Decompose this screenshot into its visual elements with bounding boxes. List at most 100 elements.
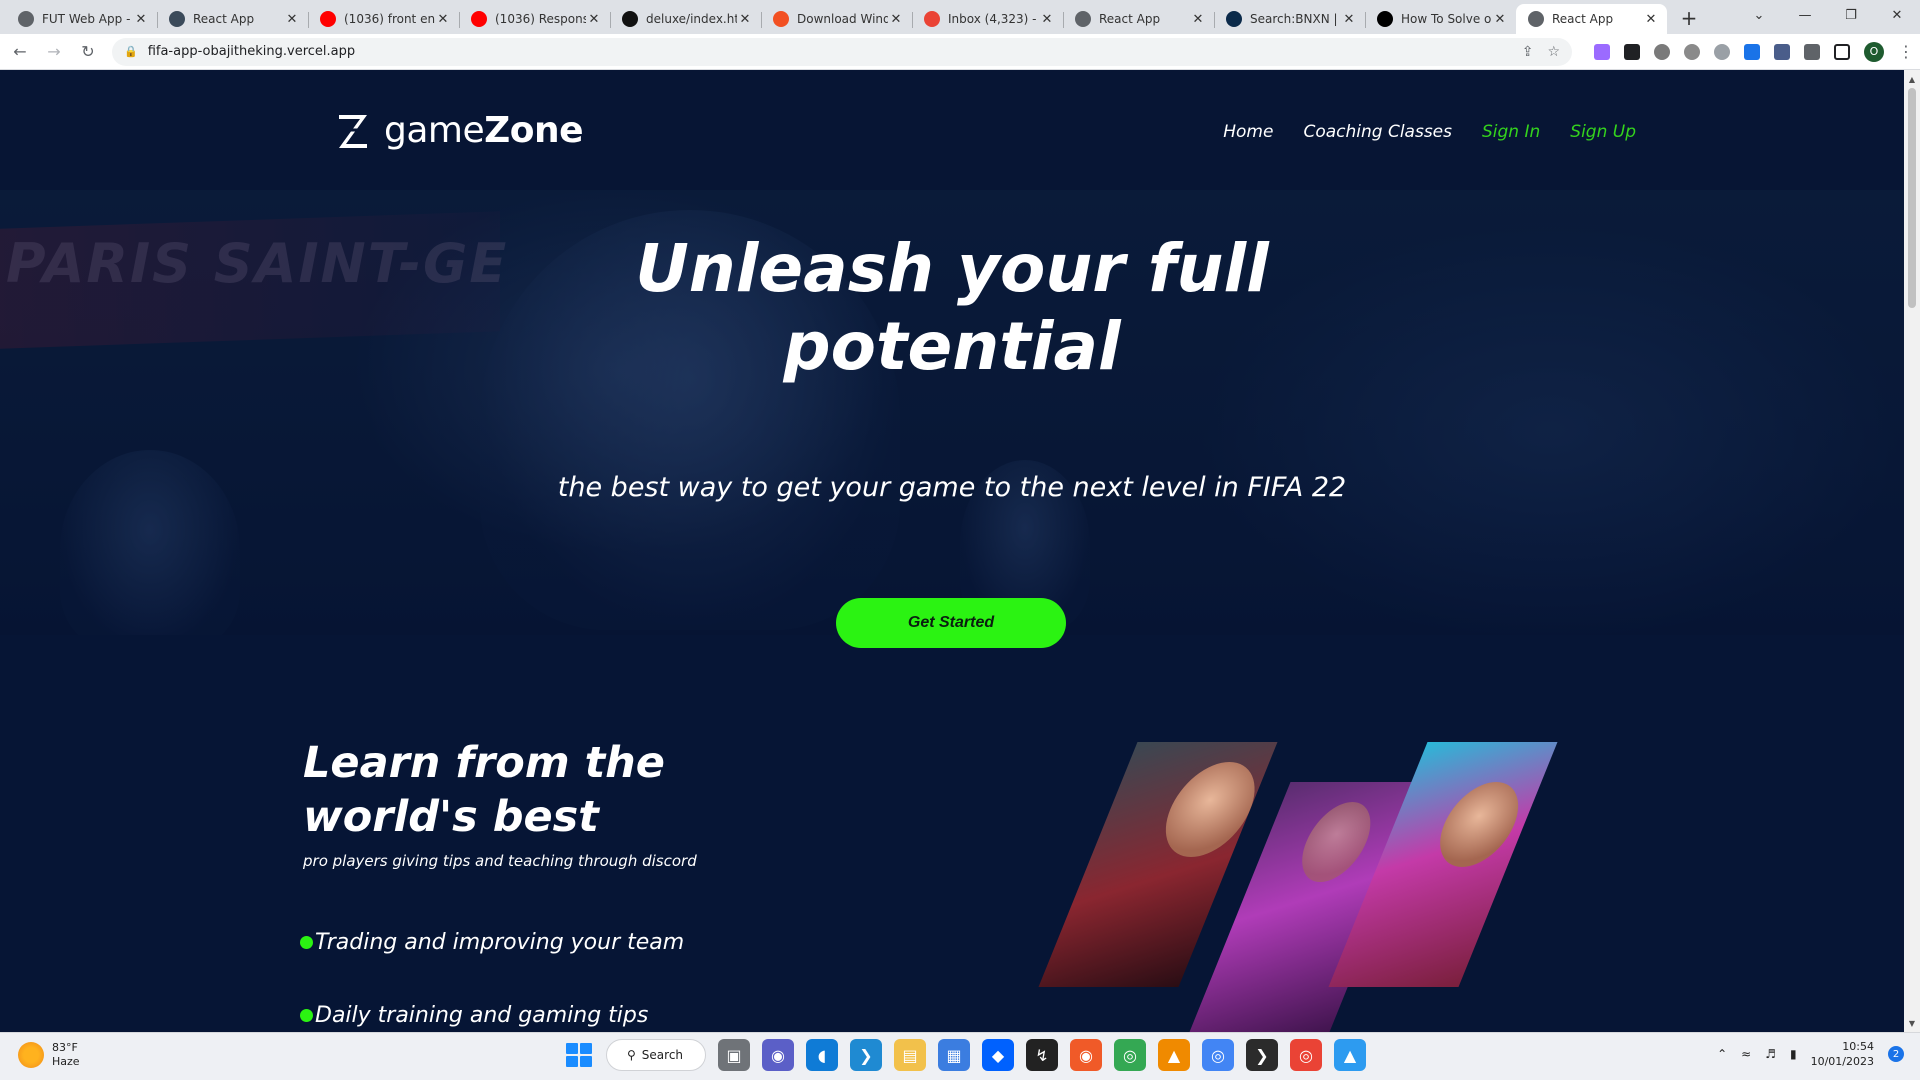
tab-close-icon[interactable]: ✕ bbox=[1492, 11, 1508, 27]
browser-tab[interactable]: React App ✕ bbox=[1063, 4, 1214, 34]
scroll-down-arrow-icon[interactable]: ▼ bbox=[1904, 1016, 1920, 1030]
tab-close-icon[interactable]: ✕ bbox=[737, 11, 753, 27]
browser-tab[interactable]: How To Solve o ✕ bbox=[1365, 4, 1516, 34]
chrome-profile-icon[interactable]: ◎ bbox=[1202, 1039, 1234, 1071]
extension-blue-icon[interactable] bbox=[1744, 43, 1760, 60]
ms-store-icon[interactable]: ▦ bbox=[938, 1039, 970, 1071]
extensions-puzzle-icon[interactable] bbox=[1804, 43, 1820, 60]
minimize-button[interactable]: — bbox=[1782, 0, 1828, 30]
photos-app-icon[interactable]: ▲ bbox=[1334, 1039, 1366, 1071]
browser-tab[interactable]: React App ✕ bbox=[157, 4, 308, 34]
edge-browser-icon[interactable]: ◖ bbox=[806, 1039, 838, 1071]
vscode-icon[interactable]: ❯ bbox=[850, 1039, 882, 1071]
extension-dark-icon[interactable] bbox=[1624, 43, 1640, 60]
tab-close-icon[interactable]: ✕ bbox=[1039, 11, 1055, 27]
browser-tab[interactable]: deluxe/index.ht ✕ bbox=[610, 4, 761, 34]
extension-purple-icon[interactable] bbox=[1594, 43, 1610, 60]
lock-icon[interactable]: 🔒 bbox=[124, 45, 138, 58]
clock-date: 10/01/2023 bbox=[1810, 1055, 1874, 1068]
extension-bank-icon[interactable] bbox=[1774, 43, 1790, 60]
search-icon: ⚲ bbox=[627, 1048, 636, 1062]
chrome-profile-2-icon[interactable]: ◎ bbox=[1290, 1039, 1322, 1071]
bullet-dot-icon bbox=[300, 1009, 313, 1022]
page-viewport: gameZone Home Coaching Classes Sign In Sign… bbox=[0, 70, 1904, 1032]
system-tray: ⌃ ≈ ♬ ▮ 10:54 10/01/2023 2 bbox=[1717, 1039, 1904, 1069]
tab-close-icon[interactable]: ✕ bbox=[435, 11, 451, 27]
tab-close-icon[interactable]: ✕ bbox=[284, 11, 300, 27]
tab-close-icon[interactable]: ✕ bbox=[888, 11, 904, 27]
main-nav: Home Coaching Classes Sign In Sign Up bbox=[1223, 122, 1636, 142]
tab-favicon-icon bbox=[622, 11, 638, 27]
forward-icon[interactable]: → bbox=[40, 38, 68, 66]
weather-widget[interactable]: 83°F Haze bbox=[18, 1041, 80, 1069]
nav-link-coaching-classes[interactable]: Coaching Classes bbox=[1303, 122, 1452, 142]
tab-close-icon[interactable]: ✕ bbox=[1341, 11, 1357, 27]
hero-title: Unleash your full potential bbox=[635, 230, 1269, 385]
nav-link-sign-in[interactable]: Sign In bbox=[1482, 122, 1540, 142]
feature-text: Daily training and gaming tips bbox=[315, 1003, 649, 1028]
taskbar: 83°F Haze ⚲ Search ▣ ◉ ◖ ❯ ▤ ▦ ◆ ↯ ◉ ◎ ▲… bbox=[0, 1032, 1920, 1080]
taskbar-search[interactable]: ⚲ Search bbox=[606, 1039, 706, 1071]
start-button[interactable] bbox=[562, 1039, 594, 1071]
browser-tab[interactable]: (1036) front end ✕ bbox=[308, 4, 459, 34]
maps-pin-icon[interactable]: ◉ bbox=[1070, 1039, 1102, 1071]
back-icon[interactable]: ← bbox=[6, 38, 34, 66]
close-window-button[interactable]: ✕ bbox=[1874, 0, 1920, 30]
nav-link-sign-up[interactable]: Sign Up bbox=[1570, 122, 1636, 142]
volume-icon[interactable]: ♬ bbox=[1765, 1047, 1776, 1061]
side-panel-icon[interactable] bbox=[1834, 43, 1850, 60]
share-icon[interactable]: ⇪ bbox=[1522, 44, 1534, 60]
extension-gray-icon[interactable] bbox=[1714, 43, 1730, 60]
learn-section-subtitle: pro players giving tips and teaching thr… bbox=[303, 852, 697, 870]
vlc-icon[interactable]: ▲ bbox=[1158, 1039, 1190, 1071]
task-view-icon[interactable]: ▣ bbox=[718, 1039, 750, 1071]
bullet-dot-icon bbox=[300, 936, 313, 949]
tab-favicon-icon bbox=[1226, 11, 1242, 27]
dropbox-icon[interactable]: ◆ bbox=[982, 1039, 1014, 1071]
profile-avatar[interactable]: O bbox=[1864, 41, 1884, 62]
browser-tab[interactable]: React App ✕ bbox=[1516, 4, 1667, 34]
feature-text: Trading and improving your team bbox=[315, 930, 685, 955]
extensions-area: O ⋮ bbox=[1594, 41, 1914, 62]
bookmark-star-icon[interactable]: ☆ bbox=[1547, 44, 1560, 60]
notification-badge[interactable]: 2 bbox=[1888, 1046, 1904, 1062]
scroll-up-arrow-icon[interactable]: ▲ bbox=[1904, 72, 1920, 86]
browser-tab[interactable]: FUT Web App - ✕ bbox=[6, 4, 157, 34]
site-logo[interactable]: gameZone bbox=[336, 110, 584, 151]
tab-close-icon[interactable]: ✕ bbox=[1643, 11, 1659, 27]
terminal-icon[interactable]: ❯ bbox=[1246, 1039, 1278, 1071]
cursor-app-icon[interactable]: ↯ bbox=[1026, 1039, 1058, 1071]
browser-tab[interactable]: (1036) Responsi ✕ bbox=[459, 4, 610, 34]
tab-list: FUT Web App - ✕ React App ✕ (1036) front end… bbox=[0, 0, 1667, 34]
tab-close-icon[interactable]: ✕ bbox=[586, 11, 602, 27]
tab-search-icon[interactable]: ⌄ bbox=[1736, 0, 1782, 30]
tab-title: Download Wind bbox=[797, 12, 888, 26]
extension-bug2-icon[interactable] bbox=[1684, 43, 1700, 60]
tab-close-icon[interactable]: ✕ bbox=[133, 11, 149, 27]
page-scrollbar[interactable]: ▲ ▼ bbox=[1904, 70, 1920, 1032]
file-explorer-icon[interactable]: ▤ bbox=[894, 1039, 926, 1071]
restore-button[interactable]: ❐ bbox=[1828, 0, 1874, 30]
tray-expand-icon[interactable]: ⌃ bbox=[1717, 1047, 1727, 1061]
battery-icon[interactable]: ▮ bbox=[1790, 1047, 1797, 1061]
tab-favicon-icon bbox=[18, 11, 34, 27]
clock[interactable]: 10:54 10/01/2023 bbox=[1811, 1039, 1874, 1069]
browser-tab[interactable]: Search:BNXN | E ✕ bbox=[1214, 4, 1365, 34]
address-bar[interactable]: 🔒 fifa-app-obajitheking.vercel.app ⇪ ☆ bbox=[112, 37, 1572, 66]
nav-link-home[interactable]: Home bbox=[1223, 122, 1273, 142]
scrollbar-thumb[interactable] bbox=[1908, 88, 1916, 308]
menu-kebab-icon[interactable]: ⋮ bbox=[1898, 42, 1914, 61]
teams-chat-icon[interactable]: ◉ bbox=[762, 1039, 794, 1071]
reload-icon[interactable]: ↻ bbox=[74, 38, 102, 66]
get-started-button[interactable]: Get Started bbox=[836, 598, 1066, 648]
extension-bug-icon[interactable] bbox=[1654, 43, 1670, 60]
tab-close-icon[interactable]: ✕ bbox=[1190, 11, 1206, 27]
browser-tab[interactable]: Download Wind ✕ bbox=[761, 4, 912, 34]
new-tab-button[interactable]: + bbox=[1675, 4, 1703, 32]
logo-text: gameZone bbox=[384, 110, 584, 151]
tab-favicon-icon bbox=[471, 11, 487, 27]
wifi-icon[interactable]: ≈ bbox=[1741, 1047, 1751, 1061]
chrome-icon[interactable]: ◎ bbox=[1114, 1039, 1146, 1071]
tab-favicon-icon bbox=[1075, 11, 1091, 27]
browser-tab[interactable]: Inbox (4,323) - ✕ bbox=[912, 4, 1063, 34]
